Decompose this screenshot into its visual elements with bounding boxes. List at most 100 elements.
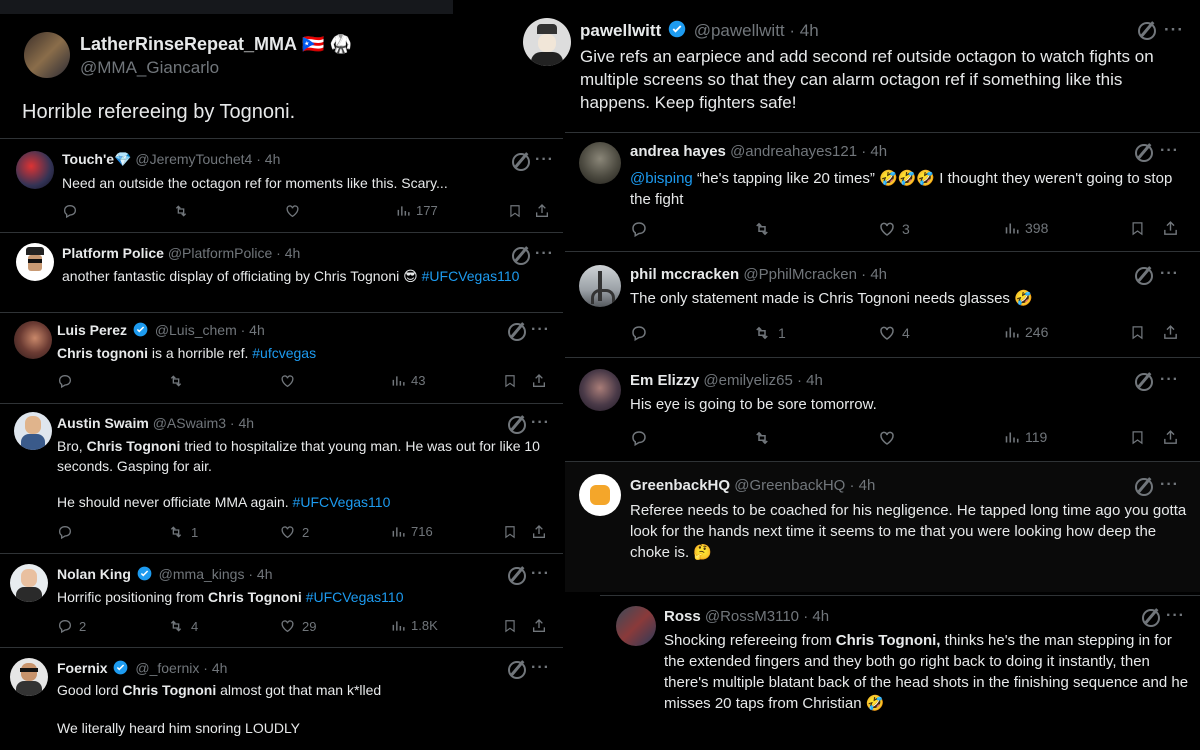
bookmark-button[interactable]	[503, 524, 517, 540]
like-button[interactable]: 2	[279, 524, 309, 540]
reply-button[interactable]	[57, 524, 73, 540]
timestamp[interactable]: · 4h	[276, 245, 300, 261]
share-button[interactable]	[534, 203, 550, 219]
reply-tweet[interactable]: Em Elizzy @emilyeliz65 · 4h ··· His eye …	[565, 358, 1200, 460]
reply-tweet[interactable]: andrea hayes @andreahayes121 · 4h ··· @b…	[565, 134, 1200, 250]
avatar[interactable]	[14, 321, 52, 359]
author-handle[interactable]: @mma_kings	[159, 566, 245, 582]
like-button[interactable]: 4	[878, 324, 910, 342]
reply-tweet[interactable]: Platform Police @PlatformPolice · 4h ···…	[0, 233, 563, 293]
reply-tweet[interactable]: GreenbackHQ @GreenbackHQ · 4h ··· Refere…	[565, 462, 1200, 592]
avatar[interactable]	[16, 243, 54, 281]
author-handle[interactable]: @RossM3110	[705, 608, 799, 625]
timestamp[interactable]: · 4h	[241, 322, 265, 338]
grok-icon[interactable]	[508, 416, 526, 434]
reply-button[interactable]	[630, 324, 648, 342]
timestamp[interactable]: · 4h	[797, 372, 823, 389]
like-button[interactable]: 3	[878, 220, 910, 238]
reply-button[interactable]	[630, 220, 648, 238]
avatar[interactable]	[616, 606, 656, 646]
author-name[interactable]: pawellwitt	[580, 21, 661, 40]
reply-button[interactable]: 2	[57, 618, 86, 634]
views-button[interactable]: 246	[1004, 324, 1048, 340]
reply-tweet[interactable]: Touch'e💎 @JeremyTouchet4 · 4h ··· Need a…	[0, 139, 563, 231]
reply-tweet[interactable]: Nolan King @mma_kings · 4h ··· Horrific …	[0, 554, 563, 646]
author-name[interactable]: andrea hayes	[630, 143, 726, 160]
timestamp[interactable]: · 4h	[789, 21, 818, 40]
share-button[interactable]	[531, 524, 547, 540]
avatar[interactable]	[579, 265, 621, 307]
reply-tweet[interactable]: phil mccracken @PphilMcracken · 4h ··· T…	[565, 252, 1200, 356]
grok-icon[interactable]	[508, 567, 526, 585]
share-button[interactable]	[531, 373, 547, 389]
views-button[interactable]: 177	[396, 203, 438, 218]
avatar[interactable]	[579, 369, 621, 411]
more-options-icon[interactable]: ···	[531, 565, 550, 583]
author-handle[interactable]: @PlatformPolice	[168, 245, 272, 261]
avatar[interactable]	[10, 564, 48, 602]
like-button[interactable]: 29	[279, 618, 316, 634]
more-options-icon[interactable]: ···	[1160, 265, 1179, 283]
grok-icon[interactable]	[1135, 267, 1153, 285]
author-handle[interactable]: @andreahayes121	[730, 143, 857, 160]
retweet-button[interactable]	[172, 203, 190, 219]
retweet-button[interactable]	[752, 429, 772, 447]
grok-icon[interactable]	[512, 247, 530, 265]
timestamp[interactable]: · 4h	[230, 415, 254, 431]
grok-icon[interactable]	[1135, 144, 1153, 162]
hashtag-link[interactable]: #UFCVegas110	[422, 268, 520, 284]
avatar[interactable]	[579, 142, 621, 184]
like-button[interactable]	[279, 373, 296, 389]
reply-tweet[interactable]: Luis Perez @Luis_chem · 4h ··· Chris tog…	[0, 313, 563, 401]
author-name[interactable]: Touch'e	[62, 151, 114, 167]
author-handle[interactable]: @GreenbackHQ	[734, 477, 845, 494]
more-options-icon[interactable]: ···	[535, 245, 554, 263]
author-name[interactable]: Em Elizzy	[630, 372, 699, 389]
hashtag-link[interactable]: #UFCVegas110	[306, 589, 404, 605]
grok-icon[interactable]	[1138, 22, 1156, 40]
retweet-button[interactable]	[167, 373, 185, 389]
more-options-icon[interactable]: ···	[1164, 20, 1184, 40]
avatar[interactable]	[16, 151, 54, 189]
bookmark-button[interactable]	[508, 203, 522, 219]
mention-link[interactable]: @bisping	[630, 170, 693, 187]
grok-icon[interactable]	[1135, 373, 1153, 391]
retweet-button[interactable]: 4	[167, 618, 198, 634]
bookmark-button[interactable]	[1130, 220, 1145, 237]
bookmark-button[interactable]	[503, 373, 517, 389]
views-button[interactable]: 119	[1004, 429, 1047, 445]
views-button[interactable]: 398	[1004, 220, 1048, 236]
reply-tweet[interactable]: Ross @RossM3110 · 4h ··· Shocking refere…	[600, 596, 1200, 720]
reply-tweet[interactable]: Austin Swaim @ASwaim3 · 4h ··· Bro, Chri…	[0, 404, 563, 552]
timestamp[interactable]: · 4h	[203, 660, 227, 676]
author-handle[interactable]: @_foernix	[135, 660, 199, 676]
share-button[interactable]	[531, 618, 547, 634]
avatar[interactable]	[523, 18, 571, 66]
grok-icon[interactable]	[508, 661, 526, 679]
author-name[interactable]: GreenbackHQ	[630, 477, 730, 494]
author-handle[interactable]: @JeremyTouchet4	[135, 151, 252, 167]
more-options-icon[interactable]: ···	[531, 659, 550, 677]
bookmark-button[interactable]	[1130, 324, 1145, 341]
reply-button[interactable]	[630, 429, 648, 447]
more-options-icon[interactable]: ···	[1160, 371, 1179, 389]
main-tweet-left[interactable]: LatherRinseRepeat_MMA 🇵🇷 🥋 @MMA_Giancarl…	[0, 14, 563, 138]
author-handle[interactable]: @PphilMcracken	[743, 266, 857, 283]
bookmark-button[interactable]	[503, 618, 517, 634]
author-name[interactable]: Nolan King	[57, 566, 131, 582]
author-handle[interactable]: @MMA_Giancarlo	[80, 58, 219, 78]
grok-icon[interactable]	[512, 153, 530, 171]
avatar[interactable]	[579, 474, 621, 516]
retweet-button[interactable]: 1	[167, 524, 198, 540]
author-name[interactable]: Austin Swaim	[57, 415, 149, 431]
timestamp[interactable]: · 4h	[248, 566, 272, 582]
retweet-button[interactable]: 1	[752, 324, 786, 342]
views-button[interactable]: 43	[391, 373, 425, 388]
bookmark-button[interactable]	[1130, 429, 1145, 446]
author-handle[interactable]: @emilyeliz65	[703, 372, 792, 389]
more-options-icon[interactable]: ···	[535, 151, 554, 169]
avatar[interactable]	[14, 412, 52, 450]
timestamp[interactable]: · 4h	[850, 477, 876, 494]
author-handle[interactable]: @Luis_chem	[155, 322, 237, 338]
retweet-button[interactable]	[752, 220, 772, 238]
